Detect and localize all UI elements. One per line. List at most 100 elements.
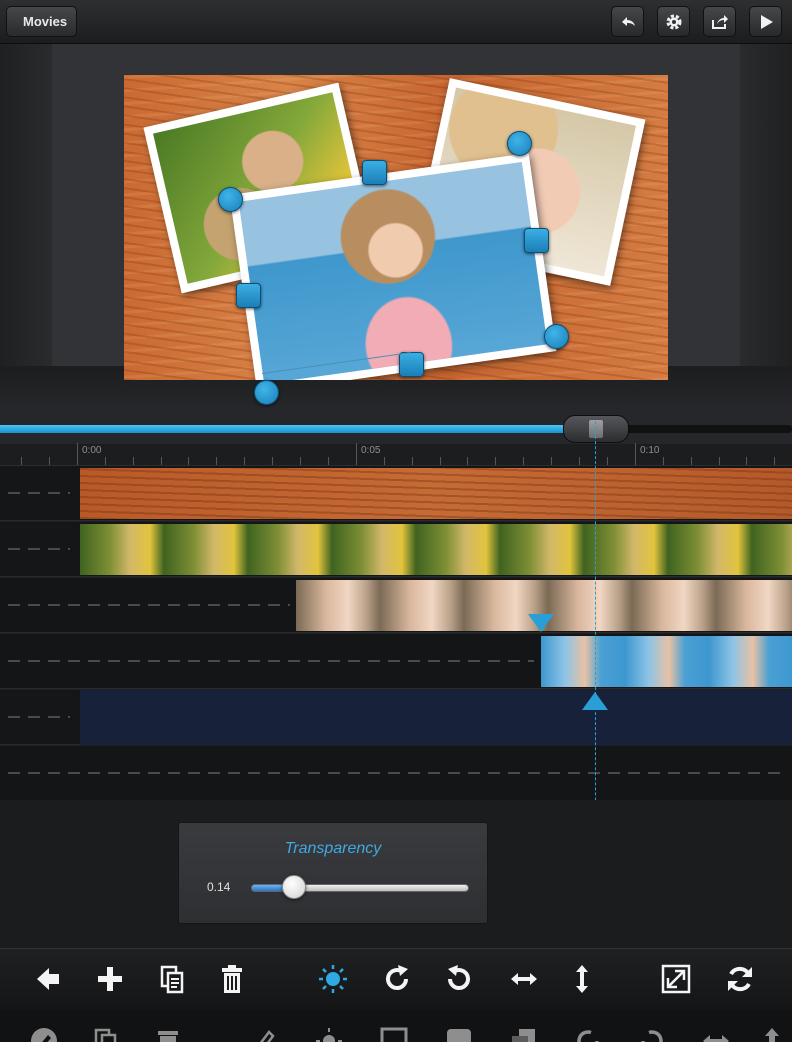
rotation-handle[interactable] <box>254 380 279 405</box>
clip-beach-selected[interactable] <box>541 636 792 687</box>
share-button[interactable] <box>703 6 736 37</box>
transparency-slider-knob[interactable] <box>282 875 306 899</box>
sun-button[interactable] <box>313 1026 345 1042</box>
trash-button-2[interactable] <box>152 1026 184 1042</box>
ruler-label-start: 0:00 <box>82 445 102 456</box>
ruler-tick <box>77 443 78 465</box>
scrubber-thumb[interactable] <box>563 415 629 443</box>
timeline-track-1 <box>0 466 792 521</box>
ruler-tick <box>328 457 329 465</box>
corner-handle-top-left[interactable] <box>218 187 243 212</box>
undo-button[interactable] <box>611 6 644 37</box>
scrubber-progress <box>0 425 594 433</box>
track-gutter <box>0 522 78 576</box>
play-button[interactable] <box>749 6 782 37</box>
edge-handle-right[interactable] <box>524 228 549 253</box>
fullscreen-icon <box>661 964 691 994</box>
flip-horizontal-icon <box>511 973 537 985</box>
ruler-tick <box>579 457 580 465</box>
flip-vertical-icon <box>576 965 588 993</box>
ruler-tick <box>440 457 441 465</box>
ruler-tick <box>161 457 162 465</box>
brush-icon <box>259 1030 275 1042</box>
transparency-panel: Transparency 0.14 <box>178 822 488 924</box>
pencil-icon <box>31 1028 57 1042</box>
ruler-tick <box>551 457 552 465</box>
ruler-tick <box>188 457 189 465</box>
arrow-left-button[interactable] <box>30 961 66 997</box>
ruler-tick <box>272 457 273 465</box>
square-outline-button[interactable] <box>378 1026 410 1042</box>
back-button[interactable]: Movies <box>6 6 78 37</box>
clip-teddy[interactable] <box>80 524 792 575</box>
plus-icon <box>98 967 122 991</box>
ruler-tick <box>412 457 413 465</box>
transparency-tool-button[interactable] <box>315 961 351 997</box>
ruler-tick <box>105 457 106 465</box>
ruler-tick <box>691 457 692 465</box>
undo-button-2[interactable] <box>636 1026 668 1042</box>
ruler-tick <box>635 443 636 465</box>
flip-horizontal-button[interactable] <box>506 961 542 997</box>
edge-handle-left[interactable] <box>236 283 261 308</box>
ruler-tick <box>244 457 245 465</box>
swap-icon <box>703 1035 729 1042</box>
square-filled-button[interactable] <box>443 1026 475 1042</box>
arrow-left-icon <box>37 968 59 990</box>
ruler-tick <box>719 457 720 465</box>
movie-editor: Movies 0:00 0:05 0:10 Transparency 0.14 <box>0 0 792 1042</box>
track-empty-dashes <box>8 604 290 606</box>
preview-canvas[interactable] <box>124 75 668 380</box>
timeline-track-4 <box>0 634 792 689</box>
ruler-tick <box>746 457 747 465</box>
add-button[interactable] <box>92 961 128 997</box>
rotate-ccw-button[interactable] <box>441 961 477 997</box>
brush-button[interactable] <box>248 1026 280 1042</box>
delete-button[interactable] <box>214 961 250 997</box>
photo-beach-selected[interactable] <box>229 152 557 380</box>
duplicate-button[interactable] <box>154 961 190 997</box>
fullscreen-button[interactable] <box>658 961 694 997</box>
track-empty-dashes <box>8 716 70 718</box>
ruler-tick <box>21 457 22 465</box>
timeline-ruler: 0:00 0:05 0:10 <box>0 443 792 466</box>
top-bar: Movies <box>0 0 792 44</box>
ruler-tick <box>467 457 468 465</box>
rotate-ccw-icon <box>448 965 470 990</box>
upload-button[interactable] <box>756 1026 788 1042</box>
settings-button[interactable] <box>657 6 690 37</box>
track-gutter <box>0 466 78 520</box>
rotate-cw-button[interactable] <box>379 961 415 997</box>
corner-handle-bottom-right[interactable] <box>544 324 569 349</box>
layers-button[interactable] <box>508 1026 540 1042</box>
edge-handle-bottom[interactable] <box>399 352 424 377</box>
ruler-tick <box>607 457 608 465</box>
redo-icon <box>577 1030 599 1042</box>
pencil-button[interactable] <box>28 1026 60 1042</box>
swap-button[interactable] <box>700 1026 732 1042</box>
ruler-tick <box>133 457 134 465</box>
stage-left-wall <box>0 44 52 408</box>
scrubber-bar <box>0 408 792 444</box>
timeline-track-3 <box>0 578 792 633</box>
timeline-track-5 <box>0 690 792 745</box>
track-empty-dashes <box>8 492 70 494</box>
clip-empty-region[interactable] <box>80 690 792 745</box>
edge-handle-top[interactable] <box>362 160 387 185</box>
duplicate-icon <box>160 965 184 994</box>
copy-button[interactable] <box>90 1026 122 1042</box>
brightness-icon <box>319 965 347 993</box>
timeline-track-6 <box>0 746 792 801</box>
ruler-tick <box>523 457 524 465</box>
refresh-button[interactable] <box>722 961 758 997</box>
track-empty-dashes <box>8 548 70 550</box>
redo-button[interactable] <box>572 1026 604 1042</box>
square-outline-icon <box>380 1027 408 1042</box>
clip-wood-background[interactable] <box>80 468 792 519</box>
corner-handle-top-right[interactable] <box>507 131 532 156</box>
flip-vertical-button[interactable] <box>564 961 600 997</box>
upload-icon <box>765 1028 779 1042</box>
layers-icon <box>512 1029 535 1042</box>
photo-beach-image <box>238 161 548 380</box>
clip-start-marker[interactable] <box>528 614 554 632</box>
